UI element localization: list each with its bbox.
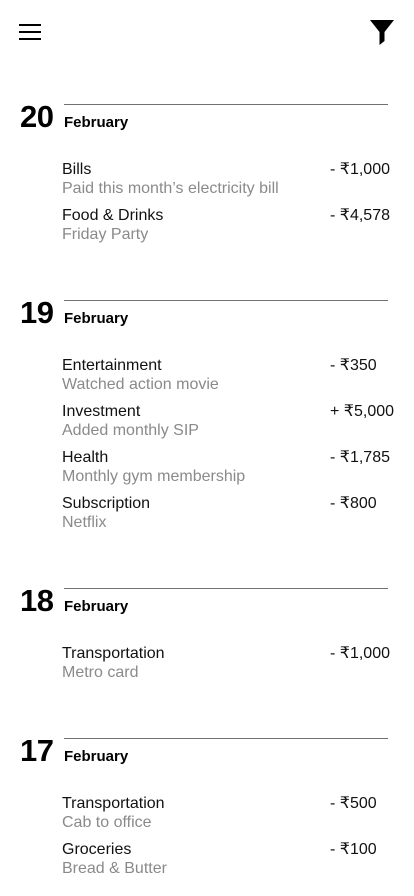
menu-bar	[19, 31, 41, 33]
transaction-category: Bills	[62, 161, 92, 178]
transaction-note: Added monthly SIP	[62, 422, 199, 439]
transaction-category: Transportation	[62, 645, 165, 662]
transaction-amount: - ₹100	[330, 841, 377, 858]
day-number: 20	[20, 99, 54, 134]
transaction-note: Watched action movie	[62, 376, 219, 393]
day-header: 18 February	[0, 584, 414, 624]
menu-bar	[19, 38, 41, 40]
transaction-list: Transportation Metro card - ₹1,000	[0, 644, 414, 690]
transaction-category: Investment	[62, 403, 141, 420]
transaction-category: Subscription	[62, 495, 151, 512]
transaction-amount: - ₹500	[330, 795, 377, 812]
transaction-amount: - ₹1,000	[330, 645, 390, 662]
transaction-item[interactable]: Bills Paid this month’s electricity bill…	[0, 160, 414, 206]
transaction-list: Entertainment Watched action movie - ₹35…	[0, 356, 414, 540]
day-header: 19 February	[0, 296, 414, 336]
day-month: February	[64, 748, 129, 765]
transaction-note: Friday Party	[62, 226, 149, 243]
transaction-note: Cab to office	[62, 814, 152, 831]
day-divider	[64, 588, 388, 589]
transaction-category: Health	[62, 449, 109, 466]
transaction-amount: + ₹5,000	[330, 403, 395, 420]
day-month: February	[64, 310, 129, 327]
day-group: 20 February Bills Paid this month’s elec…	[0, 100, 414, 244]
filter-funnel-icon[interactable]	[369, 19, 395, 46]
transaction-amount: - ₹1,000	[330, 161, 390, 178]
day-month: February	[64, 114, 129, 131]
transaction-note: Metro card	[62, 664, 139, 681]
day-header: 17 February	[0, 734, 414, 774]
transaction-item[interactable]: Food & Drinks Friday Party - ₹4,578	[0, 206, 414, 252]
hamburger-menu-icon[interactable]	[19, 23, 41, 41]
menu-bar	[19, 24, 41, 26]
transaction-note: Paid this month’s electricity bill	[62, 180, 279, 197]
day-month: February	[64, 598, 129, 615]
day-number: 18	[20, 583, 54, 618]
top-bar	[0, 0, 414, 64]
day-number: 17	[20, 733, 54, 768]
day-number: 19	[20, 295, 54, 330]
transaction-item[interactable]: Investment Added monthly SIP + ₹5,000	[0, 402, 414, 448]
transaction-item[interactable]: Entertainment Watched action movie - ₹35…	[0, 356, 414, 402]
transaction-note: Monthly gym membership	[62, 468, 246, 485]
day-divider	[64, 104, 388, 105]
transaction-item[interactable]: Transportation Metro card - ₹1,000	[0, 644, 414, 690]
day-divider	[64, 300, 388, 301]
day-group: 18 February Transportation Metro card - …	[0, 584, 414, 682]
day-group: 19 February Entertainment Watched action…	[0, 296, 414, 532]
transaction-item[interactable]: Health Monthly gym membership - ₹1,785	[0, 448, 414, 494]
transaction-list: Bills Paid this month’s electricity bill…	[0, 160, 414, 252]
transaction-item[interactable]: Subscription Netflix - ₹800	[0, 494, 414, 540]
transaction-category: Food & Drinks	[62, 207, 164, 224]
transaction-category: Groceries	[62, 841, 132, 858]
day-group: 17 February Transportation Cab to office…	[0, 734, 414, 877]
transaction-amount: - ₹350	[330, 357, 377, 374]
transaction-note: Netflix	[62, 514, 107, 531]
transaction-category: Transportation	[62, 795, 165, 812]
transaction-note: Bread & Butter	[62, 860, 167, 877]
day-divider	[64, 738, 388, 739]
transaction-amount: - ₹1,785	[330, 449, 390, 466]
transaction-amount: - ₹800	[330, 495, 377, 512]
transaction-item[interactable]: Transportation Cab to office - ₹500	[0, 794, 414, 840]
transaction-category: Entertainment	[62, 357, 162, 374]
transaction-amount: - ₹4,578	[330, 207, 390, 224]
day-header: 20 February	[0, 100, 414, 140]
transaction-list: Transportation Cab to office - ₹500 Groc…	[0, 794, 414, 886]
transaction-item[interactable]: Groceries Bread & Butter - ₹100	[0, 840, 414, 886]
